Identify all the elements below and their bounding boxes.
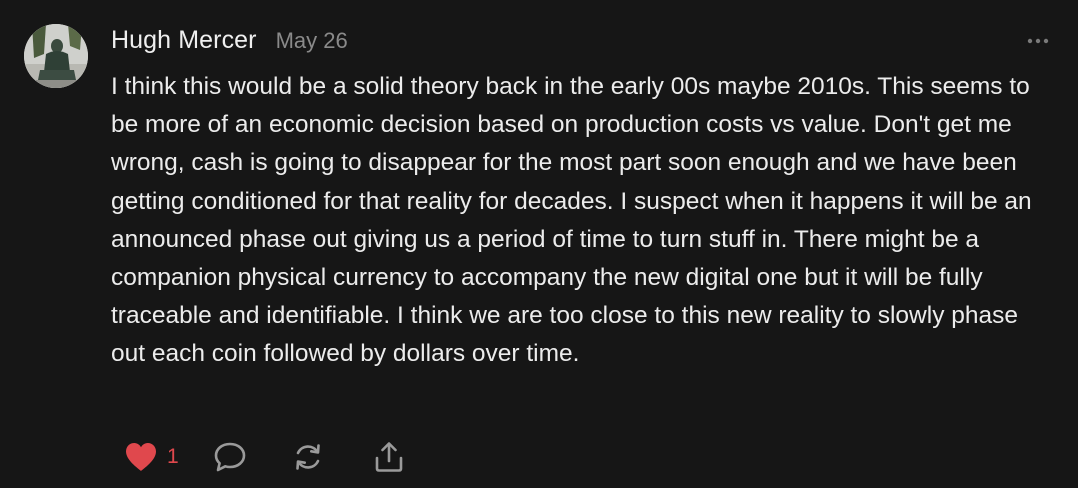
avatar-statue-image [24,24,88,88]
comment-header: Hugh Mercer May 26 [111,26,348,62]
comment-card: Hugh Mercer May 26 I think this would be… [0,0,1078,488]
comment-actions: 1 [124,437,405,477]
ellipsis-icon [1027,38,1049,44]
repost-arrows-icon [291,440,325,474]
heart-icon [124,441,158,473]
share-button[interactable] [373,440,405,474]
like-button[interactable]: 1 [124,441,179,473]
author-name[interactable]: Hugh Mercer [111,26,257,55]
comment-body: I think this would be a solid theory bac… [111,73,1032,368]
restack-button[interactable] [291,440,325,474]
share-upload-icon [373,440,405,474]
avatar[interactable] [24,24,88,88]
speech-bubble-icon [213,440,247,474]
like-count: 1 [167,445,179,468]
reply-button[interactable] [213,440,247,474]
more-options-button[interactable] [1025,33,1051,49]
comment-date[interactable]: May 26 [276,28,348,54]
